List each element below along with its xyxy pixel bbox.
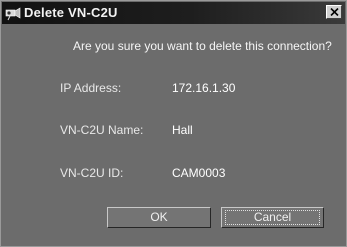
- window-title: Delete VN-C2U: [24, 5, 118, 20]
- close-button[interactable]: [326, 5, 342, 19]
- close-icon: [330, 8, 339, 16]
- cancel-button-label: Cancel: [253, 210, 292, 224]
- delete-dialog: Delete VN-C2U Are you sure you want to d…: [0, 0, 347, 247]
- device-id-label: VN-C2U ID:: [60, 166, 124, 180]
- ok-button[interactable]: OK: [107, 207, 211, 228]
- ok-button-label: OK: [150, 210, 168, 224]
- confirmation-prompt: Are you sure you want to delete this con…: [73, 39, 332, 53]
- device-name-label: VN-C2U Name:: [60, 123, 144, 137]
- ip-address-label: IP Address:: [60, 81, 122, 95]
- device-name-value: Hall: [172, 123, 193, 137]
- cancel-button[interactable]: Cancel: [221, 207, 324, 228]
- device-id-value: CAM0003: [172, 166, 226, 180]
- title-bar[interactable]: Delete VN-C2U: [2, 2, 345, 24]
- network-camera-icon: [5, 7, 21, 21]
- ip-address-value: 172.16.1.30: [172, 81, 236, 95]
